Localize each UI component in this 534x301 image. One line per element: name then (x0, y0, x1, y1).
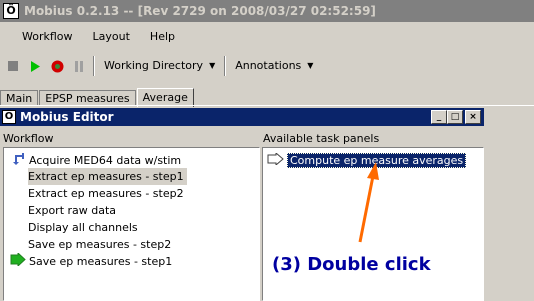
close-button[interactable]: × (465, 110, 481, 124)
maximize-button[interactable]: □ (447, 110, 463, 124)
workflow-item[interactable]: Save ep measures - step1 (10, 251, 172, 271)
annotations-dropdown[interactable]: Annotations ▼ (231, 56, 317, 76)
play-button[interactable] (26, 57, 44, 75)
workflow-item[interactable]: Export raw data (28, 202, 116, 219)
maximize-icon: □ (450, 112, 460, 122)
annotation-text: (3) Double click (272, 254, 431, 275)
play-icon (31, 60, 40, 72)
working-directory-label: Working Directory (104, 59, 204, 72)
tab-divider (0, 105, 534, 106)
app-titlebar: Ö Mobius 0.2.13 -- [Rev 2729 on 2008/03/… (0, 0, 534, 22)
chevron-down-icon: ▼ (307, 61, 314, 70)
workflow-item[interactable]: Acquire MED64 data w/stim (10, 152, 181, 169)
workflow-section-label: Workflow (3, 132, 54, 145)
workflow-list[interactable]: Acquire MED64 data w/stim Extract ep mea… (3, 147, 260, 301)
minimize-icon: _ (436, 112, 442, 122)
annotation-arrow-icon (358, 162, 379, 243)
editor-titlebar: Ö Mobius Editor _ □ × (0, 108, 484, 126)
editor-logo-icon: Ö (2, 110, 16, 124)
window-controls: _ □ × (431, 110, 481, 124)
annotations-label: Annotations (235, 59, 302, 72)
toolbar-separator (93, 56, 95, 76)
pause-icon (75, 60, 83, 72)
workflow-item[interactable]: Display all channels (28, 219, 138, 236)
hand-pointer-icon (267, 151, 284, 170)
minimize-button[interactable]: _ (431, 110, 447, 124)
stop-icon (8, 61, 18, 71)
toolbar-separator (224, 56, 227, 76)
loop-arrow-icon (10, 152, 26, 170)
menu-layout[interactable]: Layout (83, 28, 140, 46)
workflow-item[interactable]: Extract ep measures - step2 (28, 185, 184, 202)
task-panels-section-label: Available task panels (263, 132, 380, 145)
record-icon (51, 60, 63, 72)
app-title: Mobius 0.2.13 -- [Rev 2729 on 2008/03/27… (24, 4, 376, 18)
menu-help[interactable]: Help (140, 28, 185, 46)
pause-button[interactable] (70, 57, 88, 75)
working-directory-dropdown[interactable]: Working Directory ▼ (100, 56, 219, 76)
close-icon: × (469, 112, 477, 122)
tab-epsp-measures[interactable]: EPSP measures (39, 90, 136, 106)
tab-main[interactable]: Main (0, 90, 39, 106)
app-logo-icon: Ö (3, 3, 19, 19)
stop-button[interactable] (4, 57, 22, 75)
toolbar: Working Directory ▼ Annotations ▼ (0, 54, 534, 78)
green-arrow-icon (10, 251, 26, 271)
workflow-item[interactable]: Save ep measures - step2 (28, 236, 171, 253)
background-area (486, 106, 534, 301)
workflow-item-selected[interactable]: Extract ep measures - step1 (28, 168, 187, 185)
editor-title: Mobius Editor (20, 110, 114, 124)
record-button[interactable] (48, 57, 66, 75)
menu-workflow[interactable]: Workflow (12, 28, 83, 46)
chevron-down-icon: ▼ (209, 61, 216, 70)
menubar: Workflow Layout Help (0, 28, 185, 46)
tab-strip: Main EPSP measures Average (0, 88, 195, 107)
